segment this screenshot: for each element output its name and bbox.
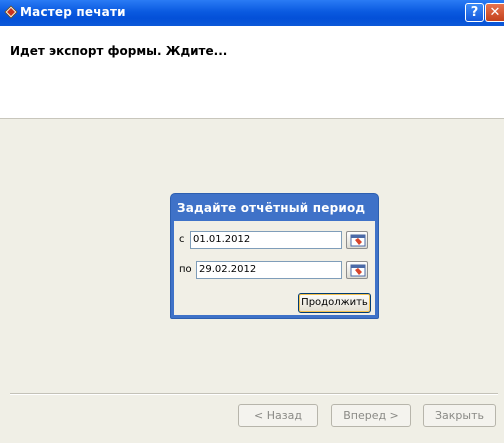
app-icon: [4, 5, 18, 19]
export-status-message: Идет экспорт формы. Ждите...: [10, 44, 228, 58]
back-button[interactable]: < Назад: [238, 404, 318, 427]
calendar-icon: [350, 234, 366, 247]
close-button[interactable]: Закрыть: [423, 404, 496, 427]
window-title: Мастер печати: [20, 5, 126, 19]
to-date-field[interactable]: 29.02.2012: [196, 261, 342, 279]
calendar-icon: [350, 264, 366, 277]
period-dialog-title: Задайте отчётный период: [177, 201, 366, 215]
period-dialog: Задайте отчётный период с 01.01.2012 по …: [170, 193, 379, 319]
footer-divider: [10, 393, 498, 395]
continue-button[interactable]: Продолжить: [298, 293, 371, 313]
from-date-field[interactable]: 01.01.2012: [190, 231, 342, 249]
period-dialog-body: с 01.01.2012 по 29.02.2012 Продолжить: [174, 221, 375, 315]
print-wizard-window: Мастер печати ? ✕ Идет экспорт формы. Жд…: [0, 0, 504, 443]
wizard-header: Идет экспорт формы. Ждите...: [0, 26, 504, 119]
to-calendar-button[interactable]: [346, 261, 368, 279]
close-window-button[interactable]: ✕: [485, 3, 504, 22]
title-bar[interactable]: Мастер печати ? ✕: [0, 0, 504, 26]
from-date-label: с: [179, 234, 185, 245]
help-button[interactable]: ?: [465, 3, 484, 22]
from-calendar-button[interactable]: [346, 231, 368, 249]
to-date-label: по: [179, 264, 192, 275]
next-button[interactable]: Вперед >: [331, 404, 411, 427]
